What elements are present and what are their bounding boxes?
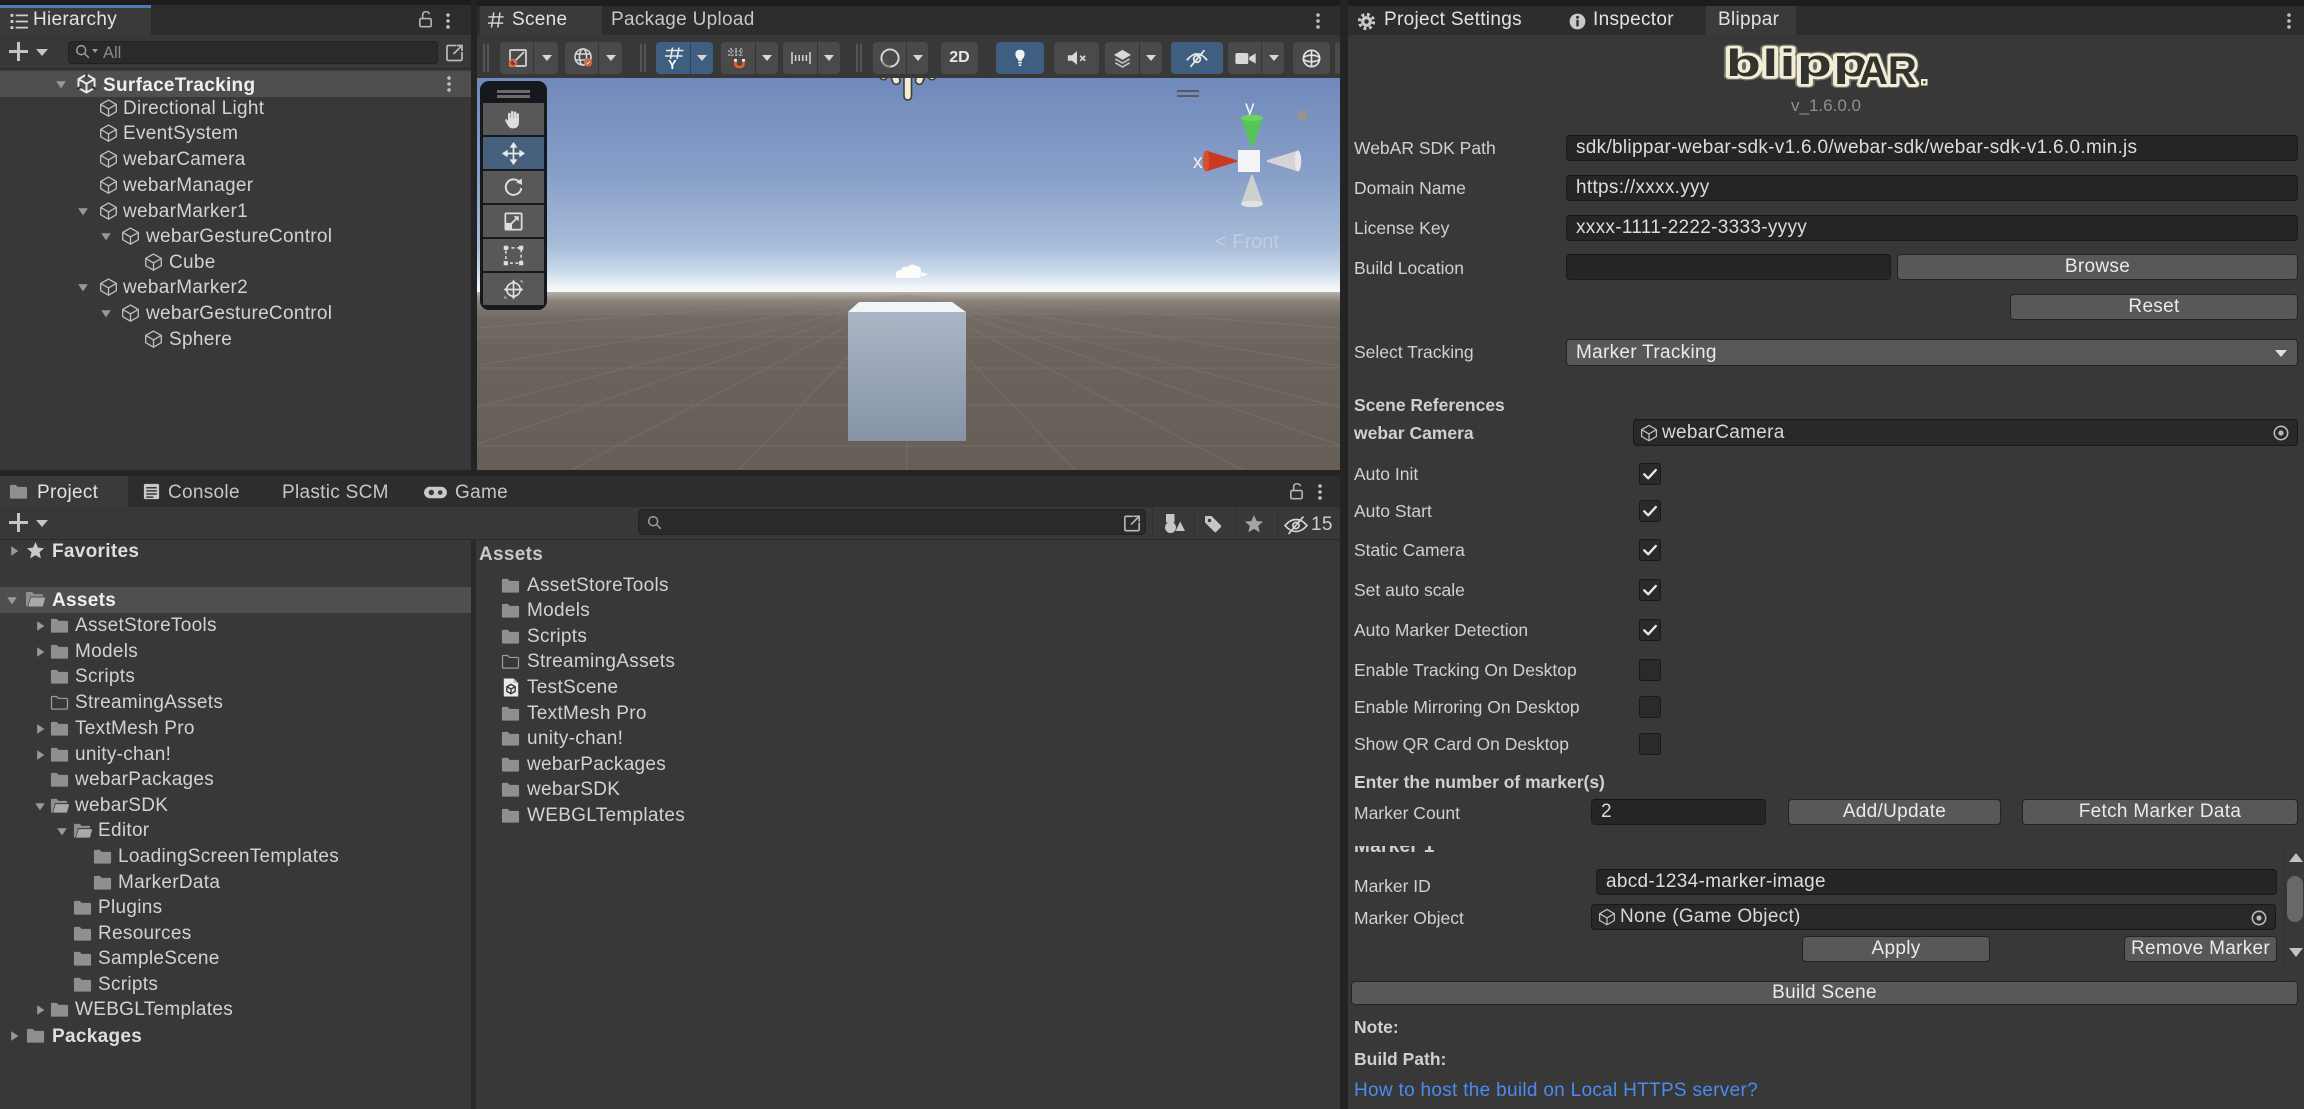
svg-text:blipp: blipp bbox=[1726, 42, 1870, 84]
svg-text:< Front: < Front bbox=[1215, 231, 1279, 253]
svg-text:x: x bbox=[1193, 152, 1203, 173]
svg-text:AR: AR bbox=[1859, 49, 1917, 93]
